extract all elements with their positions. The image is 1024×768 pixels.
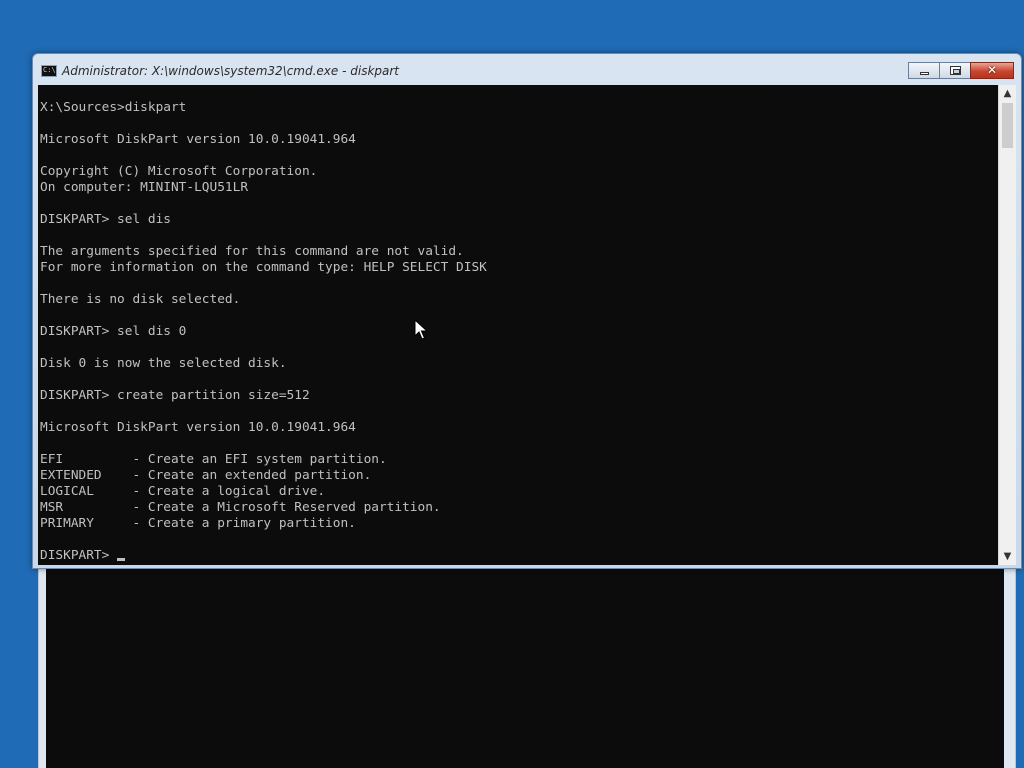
scroll-up-arrow-icon[interactable]: ▲	[999, 85, 1016, 102]
cmd-icon-label: C:\	[43, 66, 56, 74]
scroll-thumb[interactable]	[1002, 103, 1013, 148]
window-title: Administrator: X:\windows\system32\cmd.e…	[62, 64, 400, 78]
command-prompt-window[interactable]: C:\ Administrator: X:\windows\system32\c…	[32, 53, 1022, 569]
minimize-icon	[920, 72, 929, 75]
close-icon: ✕	[986, 63, 998, 77]
background-window	[38, 560, 1016, 768]
background-window-content	[46, 560, 1004, 768]
console-text: X:\Sources>diskpart Microsoft DiskPart v…	[40, 100, 487, 531]
title-bar[interactable]: C:\ Administrator: X:\windows\system32\c…	[33, 54, 1021, 84]
close-button[interactable]: ✕	[970, 62, 1014, 79]
console-prompt: DISKPART>	[40, 548, 118, 563]
maximize-button[interactable]	[939, 62, 971, 79]
minimize-button[interactable]	[908, 62, 940, 79]
vertical-scrollbar[interactable]: ▲ ▼	[998, 85, 1016, 565]
restore-icon	[950, 66, 961, 75]
text-cursor	[117, 558, 126, 561]
desktop: C:\ Administrator: X:\windows\system32\c…	[0, 0, 1024, 768]
scroll-down-arrow-icon[interactable]: ▼	[999, 548, 1016, 565]
mouse-pointer-icon	[414, 319, 428, 340]
console-output[interactable]: X:\Sources>diskpart Microsoft DiskPart v…	[38, 85, 998, 565]
cmd-icon[interactable]: C:\	[41, 65, 57, 77]
caption-buttons: ✕	[908, 62, 1014, 80]
